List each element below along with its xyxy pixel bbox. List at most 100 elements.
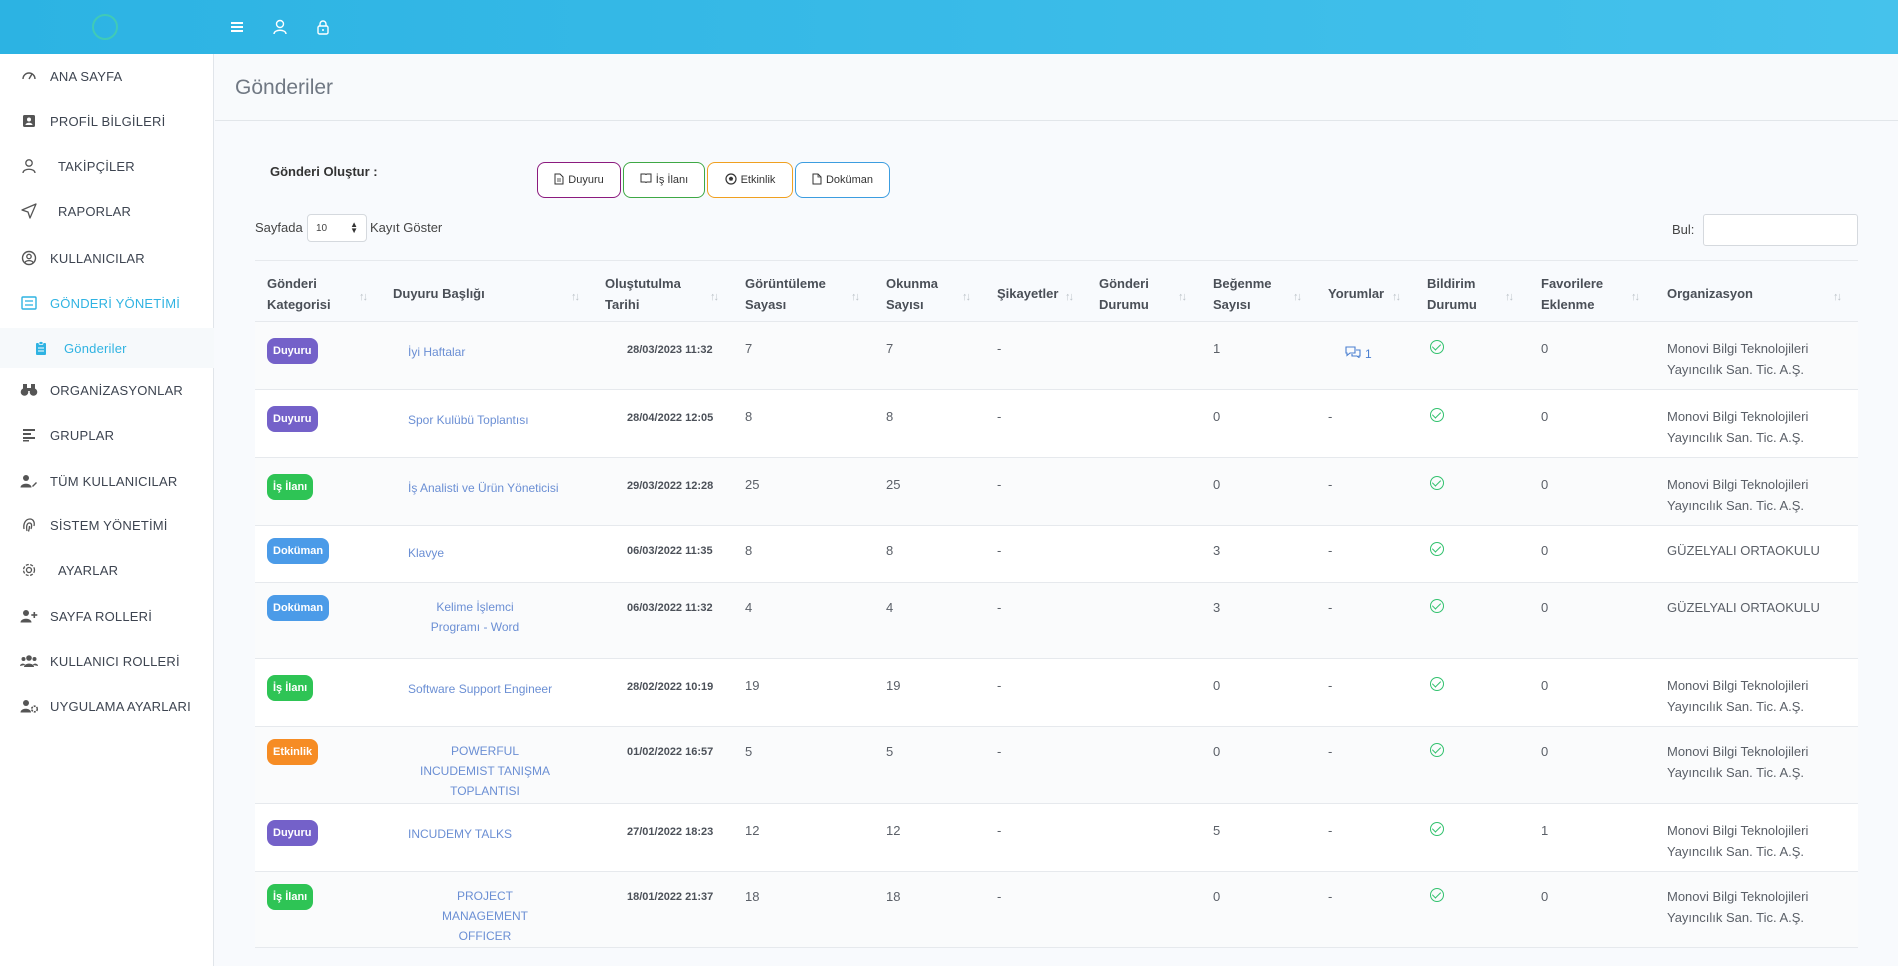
post-title-link[interactable]: PROJECT MANAGEMENT OFFICER	[415, 886, 555, 946]
view-count: 8	[745, 409, 753, 424]
column-header-yorumlar[interactable]: Yorumlar	[1328, 283, 1384, 304]
comment-count: -	[1328, 600, 1333, 615]
column-header-favoriler[interactable]: Favorilere Eklenme	[1541, 273, 1603, 315]
created-date: 06/03/2022 11:35	[627, 545, 713, 557]
post-title-link[interactable]: Software Support Engineer	[408, 679, 552, 699]
column-header-okunma[interactable]: Okunma Sayısı	[886, 273, 938, 315]
created-date: 06/03/2022 11:32	[627, 602, 713, 614]
page-length-select[interactable]: 10 ▲ ▼	[307, 214, 367, 242]
sidebar-item-kullanicilar[interactable]: KULLANICILAR	[0, 238, 214, 278]
sidebar-item-profil-bilgileri[interactable]: PROFİL BİLGİLERİ	[0, 101, 214, 141]
file-icon	[812, 173, 822, 188]
column-header-baslik[interactable]: Duyuru Başlığı	[393, 283, 485, 304]
column-header-durum[interactable]: Gönderi Durumu	[1099, 273, 1149, 315]
column-header-begenme[interactable]: Beğenme Sayısı	[1213, 273, 1272, 315]
column-header-kategori[interactable]: Gönderi Kategorisi	[267, 273, 331, 315]
sidebar-item-takipciler[interactable]: TAKİPÇİLER	[0, 146, 214, 186]
read-count: 25	[886, 477, 901, 492]
column-header-tarih[interactable]: Oluştutulma Tarihi	[605, 273, 681, 315]
post-title-link[interactable]: Klavye	[408, 543, 444, 563]
sort-icon[interactable]: ↑↓	[710, 291, 719, 303]
button-label: İş İlanı	[655, 174, 689, 186]
like-count: 0	[1213, 889, 1221, 904]
sort-icon[interactable]: ↑↓	[1293, 291, 1302, 303]
gear-icon	[20, 561, 38, 579]
post-title-link[interactable]: INCUDEMY TALKS	[408, 824, 512, 844]
sidebar-item-gonderiler[interactable]: Gönderiler	[0, 328, 214, 368]
table-row[interactable]: Doküman Klavye 06/03/2022 11:35 8 8 - 3 …	[255, 526, 1858, 583]
sidebar-item-label: TAKİPÇİLER	[58, 158, 135, 174]
post-title-link[interactable]: Kelime İşlemci Programı - Word	[410, 597, 540, 637]
table-row[interactable]: İş İlanı Software Support Engineer 28/02…	[255, 659, 1858, 727]
view-count: 25	[745, 477, 760, 492]
column-header-goruntuleme[interactable]: Görüntüleme Sayası	[745, 273, 826, 315]
like-count: 0	[1213, 477, 1221, 492]
sidebar-item-uygulama-ayarlari[interactable]: UYGULAMA AYARLARI	[0, 686, 214, 726]
check-circle-icon	[1430, 408, 1444, 422]
table-row[interactable]: Duyuru Spor Kulübü Toplantısı 28/04/2022…	[255, 390, 1858, 458]
table-row[interactable]: Etkinlik POWERFUL INCUDEMIST TANIŞMA TOP…	[255, 727, 1858, 804]
post-title-link[interactable]: İyi Haftalar	[408, 342, 465, 362]
user-plus-icon	[20, 607, 38, 625]
table-row[interactable]: İş İlanı İş Analisti ve Ürün Yöneticisi …	[255, 458, 1858, 526]
read-count: 12	[886, 823, 901, 838]
post-title-link[interactable]: İş Analisti ve Ürün Yöneticisi	[408, 478, 559, 498]
create-dokuman-button[interactable]: Doküman	[795, 162, 890, 198]
sidebar-item-ayarlar[interactable]: AYARLAR	[0, 550, 214, 590]
sort-icon[interactable]: ↑↓	[571, 291, 580, 303]
create-is-ilani-button[interactable]: İş İlanı	[623, 162, 705, 198]
post-title-link[interactable]: Spor Kulübü Toplantısı	[408, 410, 529, 430]
view-count: 7	[745, 341, 753, 356]
table-row[interactable]: Duyuru INCUDEMY TALKS 27/01/2022 18:23 1…	[255, 804, 1858, 872]
comment-count: 1	[1365, 346, 1372, 361]
column-header-sikayetler[interactable]: Şikayetler	[997, 283, 1058, 304]
favorite-count: 0	[1541, 341, 1549, 356]
sort-icon[interactable]: ↑↓	[1392, 291, 1401, 303]
profile-card-icon	[20, 112, 38, 130]
lock-icon[interactable]	[312, 16, 334, 38]
column-header-organizasyon[interactable]: Organizasyon	[1667, 283, 1753, 304]
create-etkinlik-button[interactable]: Etkinlik	[707, 162, 793, 198]
table-row[interactable]: Duyuru İyi Haftalar 28/03/2023 11:32 7 7…	[255, 322, 1858, 390]
sort-icon[interactable]: ↑↓	[962, 291, 971, 303]
sidebar-item-sistem-yonetimi[interactable]: SİSTEM YÖNETİMİ	[0, 505, 214, 545]
complaints: -	[997, 744, 1002, 759]
sidebar: ANA SAYFA PROFİL BİLGİLERİ TAKİPÇİLER RA…	[0, 54, 214, 966]
logo[interactable]	[92, 14, 118, 40]
column-header-bildirim[interactable]: Bildirim Durumu	[1427, 273, 1477, 315]
table-row[interactable]: İş İlanı PROJECT MANAGEMENT OFFICER 18/0…	[255, 872, 1858, 948]
bars-icon	[20, 426, 38, 444]
sidebar-item-kullanici-rolleri[interactable]: KULLANICI ROLLERİ	[0, 641, 214, 681]
fingerprint-icon	[20, 516, 38, 534]
like-count: 0	[1213, 744, 1221, 759]
page-header: Gönderiler	[215, 54, 1898, 121]
create-duyuru-button[interactable]: Duyuru	[537, 162, 621, 198]
organization: Monovi Bilgi Teknolojileri Yayıncılık Sa…	[1667, 409, 1809, 445]
sidebar-item-organizasyonlar[interactable]: ORGANİZASYONLAR	[0, 370, 214, 410]
sort-icon[interactable]: ↑↓	[1065, 291, 1074, 303]
sidebar-item-gonderi-yonetimi[interactable]: GÖNDERİ YÖNETİMİ	[0, 283, 214, 323]
menu-icon[interactable]	[226, 16, 248, 38]
sort-icon[interactable]: ↑↓	[359, 291, 368, 303]
view-count: 19	[745, 678, 760, 693]
sidebar-item-ana-sayfa[interactable]: ANA SAYFA	[0, 56, 214, 96]
sidebar-item-sayfa-rolleri[interactable]: SAYFA ROLLERİ	[0, 596, 214, 636]
user-icon[interactable]	[269, 16, 291, 38]
sort-icon[interactable]: ↑↓	[1631, 291, 1640, 303]
sidebar-item-tum-kullanicilar[interactable]: TÜM KULLANICILAR	[0, 461, 214, 501]
favorite-count: 0	[1541, 409, 1549, 424]
post-title-link[interactable]: POWERFUL INCUDEMIST TANIŞMA TOPLANTISI	[415, 741, 555, 801]
table-row[interactable]: Doküman Kelime İşlemci Programı - Word 0…	[255, 583, 1858, 659]
comments-link[interactable]: 1	[1345, 346, 1372, 361]
sort-icon[interactable]: ↑↓	[1833, 291, 1842, 303]
sort-icon[interactable]: ↑↓	[1178, 291, 1187, 303]
sidebar-item-raporlar[interactable]: RAPORLAR	[0, 191, 214, 231]
page-length-prefix: Sayfada	[255, 220, 303, 235]
favorite-count: 0	[1541, 543, 1549, 558]
user-icon	[20, 157, 38, 175]
comment-count: -	[1328, 744, 1333, 759]
search-input[interactable]	[1703, 214, 1858, 246]
sort-icon[interactable]: ↑↓	[1505, 291, 1514, 303]
sort-icon[interactable]: ↑↓	[851, 291, 860, 303]
sidebar-item-gruplar[interactable]: GRUPLAR	[0, 415, 214, 455]
